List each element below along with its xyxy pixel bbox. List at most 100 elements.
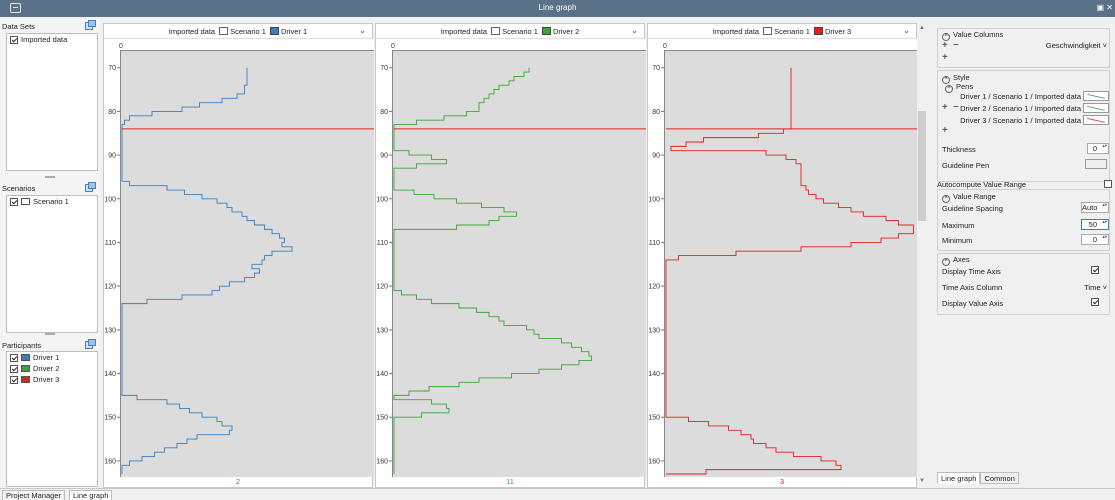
list-item[interactable]: Scenario 1 — [7, 196, 97, 207]
pen-preview[interactable] — [1083, 115, 1109, 125]
scenarios-header: Scenarios — [0, 180, 100, 196]
remove-value-column-button[interactable]: − — [953, 40, 959, 51]
document-tab-bar: Project Manager Line graph — [0, 488, 1115, 500]
pen-row[interactable]: Driver 2 / Scenario 1 / Imported data — [960, 103, 1109, 113]
chevron-down-icon[interactable]: ⌄ — [359, 26, 366, 35]
scenarios-list: Scenario 1 — [6, 195, 98, 333]
participant-checkbox[interactable] — [10, 364, 18, 373]
value-columns-header[interactable]: ^ Value Columns — [942, 30, 1003, 41]
chart-header: Imported data Scenario 1 Driver 1 ⌄ — [104, 24, 372, 39]
collapse-icon[interactable]: ^ — [942, 195, 950, 203]
value-range-header[interactable]: ^ Value Range — [942, 192, 996, 203]
pen-label: Driver 3 / Scenario 1 / Imported data — [960, 115, 1081, 125]
add-pen-row-button[interactable]: + — [942, 125, 948, 136]
pen-line — [1087, 118, 1105, 123]
remove-pen-button[interactable]: − — [953, 102, 959, 113]
value-axis-band — [120, 39, 374, 50]
axes-header[interactable]: ^ Axes — [942, 255, 970, 266]
chart-background — [648, 39, 918, 478]
window-close-icon[interactable]: ▣ ✕ — [1097, 3, 1113, 12]
tab-line-graph-document[interactable]: Line graph — [69, 490, 113, 500]
tab-common[interactable]: Common — [980, 472, 1019, 484]
pen-row[interactable]: Driver 3 / Scenario 1 / Imported data — [960, 115, 1109, 125]
time-tick-label: 120 — [648, 284, 660, 291]
window-title: Line graph — [538, 3, 577, 12]
time-axis-band — [376, 39, 392, 478]
value-tick-label: 0 — [391, 43, 395, 50]
time-tick-label: 150 — [104, 415, 116, 422]
tab-line-graph[interactable]: Line graph — [937, 472, 981, 484]
left-panel: Data Sets Imported data Scenarios Scenar… — [0, 18, 100, 488]
chart-footer-value: 3 — [648, 477, 916, 487]
collapse-icon[interactable]: ^ — [942, 258, 950, 266]
maximum-spinbox[interactable]: 50 — [1081, 219, 1109, 230]
guideline-pen-preview[interactable] — [1085, 159, 1107, 169]
chart-driver-label: Driver 3 — [824, 26, 852, 36]
chart-panel-1: Imported data Scenario 1 Driver 1 ⌄ 0 70 8… — [103, 23, 374, 488]
thickness-label: Thickness — [942, 145, 976, 154]
guideline-spacing-label: Guideline Spacing — [942, 204, 1003, 213]
scenario-swatch — [491, 27, 501, 35]
thickness-spinbox[interactable]: 0 — [1087, 143, 1109, 154]
minimum-spinbox[interactable]: 0 — [1081, 234, 1109, 245]
list-item[interactable]: Driver 2 — [7, 363, 97, 374]
list-item[interactable]: Driver 3 — [7, 374, 97, 385]
time-tick-label: 160 — [376, 458, 388, 465]
datasets-settings-icon[interactable] — [85, 20, 96, 30]
value-column-select[interactable]: Geschwindigkeit ˅ — [1046, 41, 1107, 50]
chart-background — [376, 39, 646, 478]
value-columns-title: Value Columns — [953, 30, 1004, 39]
add-pen-button[interactable]: + — [942, 102, 948, 113]
chevron-down-icon[interactable]: ⌄ — [903, 26, 910, 35]
autocompute-checkbox[interactable] — [1104, 180, 1112, 188]
chart-canvas[interactable]: 0 70 80 90 100 110 120 130 140 150 160 — [648, 39, 918, 478]
time-tick-label: 100 — [648, 196, 660, 203]
time-axis-column-label: Time Axis Column — [942, 283, 1003, 292]
properties-tabs: Line graph Common — [937, 472, 1019, 484]
pen-row[interactable]: Driver 1 / Scenario 1 / Imported data — [960, 91, 1109, 101]
display-value-axis-label: Display Value Axis — [942, 299, 1004, 308]
pen-label: Driver 1 / Scenario 1 / Imported data — [960, 91, 1081, 101]
chart-canvas[interactable]: 0 70 80 90 100 110 120 130 140 150 160 — [376, 39, 646, 478]
chevron-down-icon[interactable]: ⌄ — [631, 26, 638, 35]
add-value-column-button[interactable]: + — [942, 40, 948, 51]
list-item[interactable]: Driver 1 — [7, 352, 97, 363]
splitter-handle[interactable] — [45, 333, 55, 335]
collapse-icon[interactable]: ^ — [945, 85, 953, 93]
axes-title: Axes — [953, 255, 970, 264]
tab-project-manager[interactable]: Project Manager — [2, 490, 66, 500]
participant-checkbox[interactable] — [10, 375, 18, 384]
guideline-spacing-spinbox[interactable]: Auto — [1081, 202, 1109, 213]
time-tick-label: 100 — [376, 196, 388, 203]
participants-settings-icon[interactable] — [85, 339, 96, 349]
display-value-axis-checkbox[interactable] — [1091, 298, 1099, 306]
guideline-pen-label: Guideline Pen — [942, 161, 990, 170]
time-tick-label: 140 — [376, 371, 388, 378]
chart-canvas[interactable]: 0 70 80 90 100 110 120 130 140 150 160 — [104, 39, 374, 478]
dataset-checkbox[interactable] — [10, 35, 18, 44]
properties-panel: ^ Value Columns + − + Geschwindigkeit ˅ ^… — [933, 18, 1115, 488]
time-axis-column-value: Time — [1084, 283, 1101, 292]
time-tick-label: 70 — [380, 65, 388, 72]
scrollbar-thumb[interactable] — [918, 111, 926, 221]
scroll-down-icon[interactable]: ▼ — [919, 478, 925, 484]
add-value-column-row-button[interactable]: + — [942, 52, 948, 63]
pen-preview[interactable] — [1083, 103, 1109, 113]
time-tick-label: 130 — [376, 327, 388, 334]
scenarios-settings-icon[interactable] — [85, 182, 96, 192]
driver-swatch — [269, 27, 279, 35]
pen-preview[interactable] — [1083, 91, 1109, 101]
display-time-axis-checkbox[interactable] — [1091, 266, 1099, 274]
scroll-up-icon[interactable]: ▲ — [919, 25, 925, 31]
driver-swatch — [541, 27, 551, 35]
participant-checkbox[interactable] — [10, 353, 18, 362]
splitter-handle[interactable] — [45, 176, 55, 178]
list-item[interactable]: Imported data — [7, 34, 97, 45]
participants-title: Participants — [2, 341, 42, 350]
datasets-title: Data Sets — [2, 22, 35, 31]
chart-scenario-label: Scenario 1 — [774, 26, 810, 36]
scenario-checkbox[interactable] — [10, 197, 18, 206]
time-axis-column-select[interactable]: Time ˅ — [1084, 283, 1107, 292]
vertical-scrollbar[interactable]: ▲ ▼ — [917, 23, 927, 488]
autocompute-label: Autocompute Value Range — [937, 180, 1027, 189]
